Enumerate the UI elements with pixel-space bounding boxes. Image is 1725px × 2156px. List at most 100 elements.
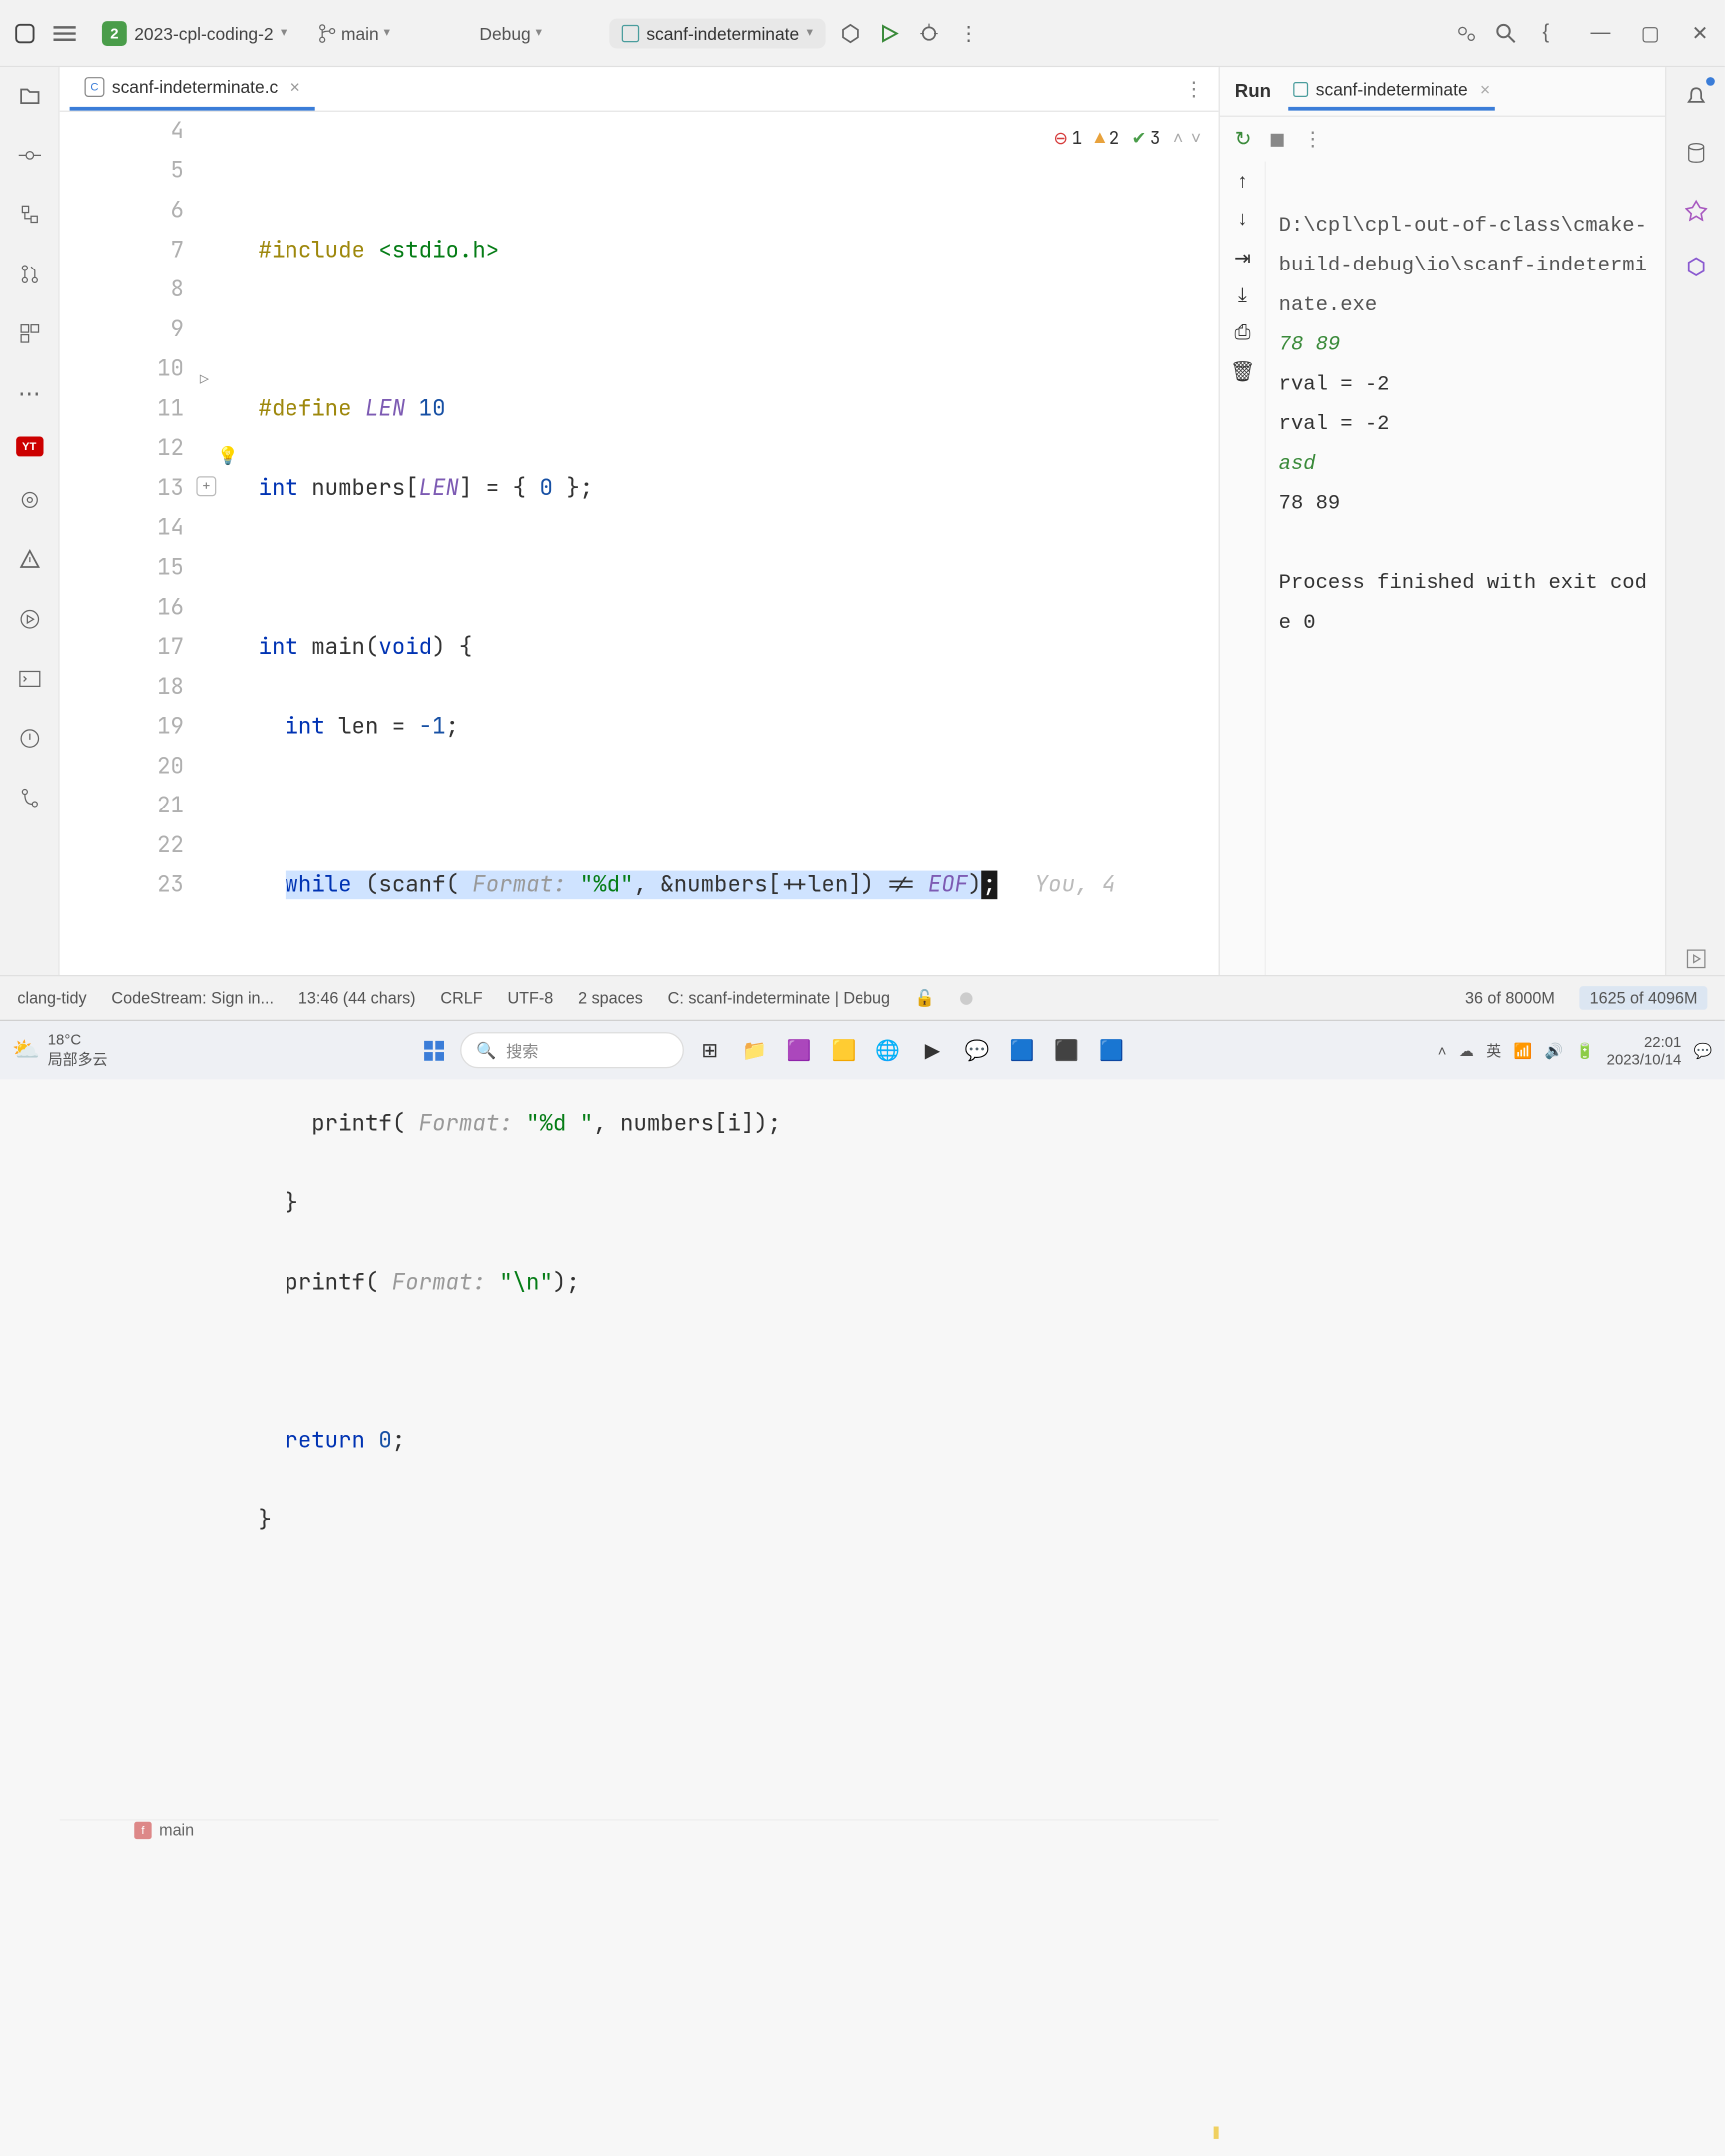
right-toolbar [1665,67,1725,975]
volume-icon[interactable]: 🔊 [1545,1041,1564,1058]
weather-label: 局部多云 [48,1048,108,1069]
build-icon[interactable] [835,18,864,48]
more-icon[interactable]: ⋮ [954,18,984,48]
bookmarks-icon[interactable] [13,317,45,349]
git-blame-inline: You, 4 [1035,871,1116,900]
rerun-icon[interactable]: ↻ [1235,127,1252,152]
pull-requests-icon[interactable] [13,259,45,290]
line-number: 23 [60,866,184,906]
start-icon[interactable] [415,1032,452,1069]
up-icon[interactable]: ↑ [1237,172,1247,194]
editor-tab[interactable]: C scanf-indeterminate.c × [70,67,315,111]
search-icon: 🔍 [476,1040,496,1060]
line-number: 15 [60,548,184,588]
line-number: 19 [60,708,184,748]
tray-chevron-icon[interactable]: ˄ [1438,1041,1447,1058]
line-number: 14 [60,509,184,549]
project-tool-icon[interactable] [13,80,45,112]
commit-icon[interactable] [13,139,45,171]
clion-icon[interactable]: 🟦 [1003,1032,1040,1069]
soft-wrap-icon[interactable]: ⇥ [1234,246,1251,270]
onedrive-icon[interactable]: ☁ [1459,1041,1474,1058]
run-tool-icon[interactable] [13,603,45,635]
memory-indicator-2[interactable]: 1625 of 4096M [1580,986,1708,1010]
terminal-app-icon[interactable]: ⬛ [1048,1032,1085,1069]
tabs-more-icon[interactable]: ⋮ [1184,76,1204,101]
hamburger-icon[interactable] [50,18,80,48]
search-placeholder: 搜索 [506,1038,538,1062]
app-icon[interactable]: 🟦 [1093,1032,1130,1069]
scroll-to-end-icon[interactable]: ⤓ [1238,285,1247,307]
app-icon[interactable]: ▶ [914,1032,951,1069]
run-tab[interactable]: scanf-indeterminate × [1288,72,1495,111]
services-icon[interactable] [13,484,45,516]
database-icon[interactable] [1679,137,1711,169]
breadcrumb[interactable]: f main [60,1819,1219,1839]
structure-icon[interactable] [13,199,45,231]
code-editor[interactable]: ⊖1 ▲2 ✔3 ˄˅ 4 5 6 7 8 9 10▷ 11 12💡 13+ 1… [60,112,1219,1819]
more-tools-icon[interactable]: ⋯ [13,377,45,409]
line-number: 10▷ [60,350,184,390]
notification-center-icon[interactable]: 💬 [1694,1041,1713,1058]
battery-icon[interactable]: 🔋 [1576,1041,1595,1058]
input-method[interactable]: 英 [1486,1040,1501,1061]
clock[interactable]: 22:01 2023/10/14 [1607,1033,1682,1068]
more-icon[interactable]: ⋮ [1303,127,1323,152]
minimize-icon[interactable]: — [1586,18,1616,48]
settings-icon[interactable]: { [1531,18,1561,48]
target-icon [621,24,638,41]
close-tab-icon[interactable]: × [290,77,300,97]
function-icon: f [134,1821,151,1838]
problems-icon[interactable] [13,543,45,575]
maximize-icon[interactable]: ▢ [1635,18,1665,48]
project-selector[interactable]: 2 2023-cpl-coding-2 ▾ [89,16,298,51]
terminal-icon[interactable] [13,663,45,695]
ai-assistant-icon[interactable] [1679,194,1711,226]
line-number: 5 [60,152,184,192]
down-icon[interactable]: ↓ [1237,209,1247,231]
memory-indicator-1[interactable]: 36 of 8000M [1465,989,1555,1008]
project-badge: 2 [102,21,127,46]
youtrack-icon[interactable]: YT [16,437,43,457]
chevron-down-icon: ▾ [807,26,813,40]
play-side-icon[interactable] [1679,943,1711,975]
task-view-icon[interactable]: ⊞ [691,1032,728,1069]
exe-path: D:\cpl\cpl-out-of-class\cmake-build-debu… [1279,214,1647,316]
branch-selector[interactable]: main ▾ [309,18,400,48]
notifications-icon[interactable] [1679,80,1711,112]
system-tray[interactable]: ˄ ☁ 英 📶 🔊 🔋 22:01 2023/10/14 💬 [1438,1033,1713,1068]
console-line: rval = -2 [1279,412,1390,436]
code-content[interactable]: #include <stdio.h> #define LEN 10 int nu… [196,112,1218,1819]
app-icon[interactable]: 🟪 [781,1032,818,1069]
run-target-selector[interactable]: scanf-indeterminate ▾ [609,18,825,48]
line-number: 20 [60,747,184,787]
code-with-me-icon[interactable] [1451,18,1481,48]
weather-widget[interactable]: ⛅ 18°C 局部多云 [12,1031,107,1070]
line-number: 16 [60,588,184,628]
run-body: ↑ ↓ ⇥ ⤓ ⎙ 🗑 D:\cpl\cpl-out-of-class\cmak… [1220,162,1665,975]
todo-icon[interactable] [13,722,45,754]
close-tab-icon[interactable]: × [1480,80,1490,100]
clear-icon[interactable]: 🗑 [1230,359,1255,384]
edge-icon[interactable]: 🌐 [869,1032,906,1069]
print-icon[interactable]: ⎙ [1234,322,1250,344]
run-icon[interactable] [874,18,904,48]
build-config-selector[interactable]: Debug ▾ [469,18,551,48]
windows-taskbar: ⛅ 18°C 局部多云 🔍 搜索 ⊞ 📁 🟪 🟨 🌐 ▶ 💬 🟦 ⬛ 🟦 ˄ ☁… [0,1020,1725,1080]
debug-icon[interactable] [914,18,944,48]
editor-tabs: C scanf-indeterminate.c × ⋮ [60,67,1219,112]
chevron-down-icon: ▾ [281,26,287,40]
wifi-icon[interactable]: 📶 [1514,1041,1533,1058]
app-icon[interactable]: 🟨 [825,1032,862,1069]
stop-icon[interactable]: ◼ [1269,127,1286,152]
vcs-icon[interactable] [13,782,45,813]
line-number: 13+ [60,469,184,509]
weather-icon: ⛅ [12,1037,40,1063]
explorer-icon[interactable]: 📁 [736,1032,773,1069]
app-icon[interactable]: 💬 [959,1032,996,1069]
close-icon[interactable]: ✕ [1685,18,1715,48]
hexagon-icon[interactable] [1679,251,1711,282]
console-output[interactable]: D:\cpl\cpl-out-of-class\cmake-build-debu… [1266,162,1665,975]
taskbar-search[interactable]: 🔍 搜索 [460,1032,684,1068]
search-icon[interactable] [1491,18,1521,48]
